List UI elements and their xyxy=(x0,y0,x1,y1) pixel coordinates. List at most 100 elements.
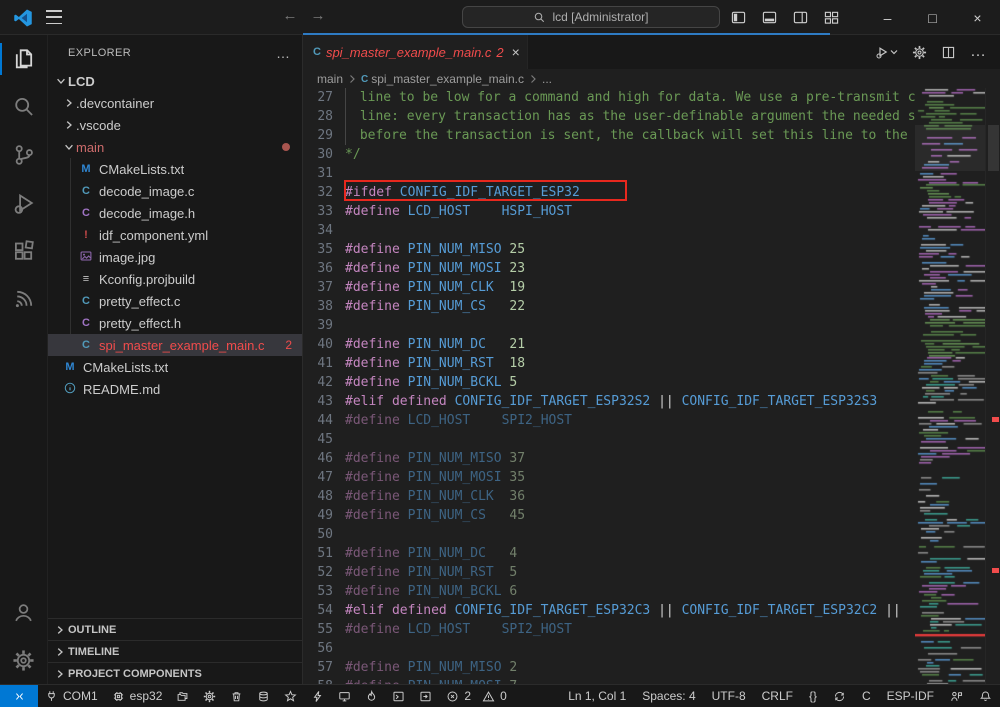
activity-run-debug-icon[interactable] xyxy=(0,179,48,227)
tree-item-label: .devcontainer xyxy=(76,96,154,111)
feedback-icon xyxy=(950,690,963,703)
line-number: 53 xyxy=(303,582,345,601)
status-full-clean[interactable] xyxy=(223,685,250,707)
status-openocd[interactable] xyxy=(277,685,304,707)
code-line-54: 54#elif defined CONFIG_IDF_TARGET_ESP32C… xyxy=(303,601,915,620)
breadcrumb-symbol[interactable]: ... xyxy=(542,72,552,86)
status-language-mode[interactable]: C xyxy=(854,685,879,707)
c-source-file-icon: C xyxy=(78,185,94,197)
minimize-button[interactable]: – xyxy=(865,0,910,35)
line-number: 41 xyxy=(303,354,345,373)
toggle-panel-icon[interactable] xyxy=(762,10,777,25)
line-text: line: every transaction has as the user-… xyxy=(345,107,915,126)
breadcrumb-file[interactable]: spi_master_example_main.c xyxy=(371,72,524,86)
section-timeline[interactable]: TIMELINE xyxy=(48,640,302,662)
status-problems[interactable]: 20 xyxy=(439,685,513,707)
run-or-debug-button[interactable] xyxy=(874,44,898,60)
line-number: 38 xyxy=(303,297,345,316)
tree-item-cmakelists-txt[interactable]: MCMakeLists.txt xyxy=(48,356,302,378)
menu-icon[interactable] xyxy=(46,10,62,24)
tree-item-idf-component-yml[interactable]: !idf_component.yml xyxy=(48,224,302,246)
explorer-more-actions-icon[interactable]: … xyxy=(276,45,290,61)
vertical-scrollbar[interactable] xyxy=(985,88,1000,684)
status-menuconfig[interactable] xyxy=(196,685,223,707)
toggle-sidebar-icon[interactable] xyxy=(731,10,746,25)
section-outline[interactable]: OUTLINE xyxy=(48,618,302,640)
status-erase-flash[interactable] xyxy=(250,685,277,707)
settings-gear-icon[interactable] xyxy=(912,45,927,60)
status-esp-idf[interactable]: ESP-IDF xyxy=(879,685,942,707)
split-editor-icon[interactable] xyxy=(941,45,956,60)
tree-item-decode-image-h[interactable]: Cdecode_image.h xyxy=(48,202,302,224)
more-actions-icon[interactable]: … xyxy=(970,43,986,61)
breadcrumb[interactable]: main C spi_master_example_main.c ... xyxy=(303,70,1000,88)
status-serial-port[interactable]: COM1 xyxy=(38,685,105,707)
line-text: line to be low for a command and high fo… xyxy=(345,88,915,107)
activity-extensions-icon[interactable] xyxy=(0,227,48,275)
maximize-button[interactable]: □ xyxy=(910,0,955,35)
status-build-flash-monitor[interactable] xyxy=(358,685,385,707)
nav-back-button[interactable]: ← xyxy=(278,7,302,24)
editor-code[interactable]: 27 line to be low for a command and high… xyxy=(303,88,915,684)
line-text: */ xyxy=(345,145,915,164)
status-device-target[interactable]: esp32 xyxy=(105,685,170,707)
tab-close-icon[interactable]: × xyxy=(512,44,520,60)
status-indentation[interactable]: Spaces: 4 xyxy=(634,685,703,707)
tree-item--vscode[interactable]: .vscode xyxy=(48,114,302,136)
line-text xyxy=(345,316,915,335)
line-text: #define PIN_NUM_MISO 25 xyxy=(345,240,915,259)
line-text: #define PIN_NUM_CLK 36 xyxy=(345,487,915,506)
tree-item-cmakelists-txt[interactable]: MCMakeLists.txt xyxy=(48,158,302,180)
nav-forward-button[interactable]: → xyxy=(306,7,330,24)
tree-item-pretty-effect-h[interactable]: Cpretty_effect.h xyxy=(48,312,302,334)
chevron-right-icon xyxy=(52,669,68,679)
status-custom-task[interactable] xyxy=(412,685,439,707)
code-line-40: 40#define PIN_NUM_DC 21 xyxy=(303,335,915,354)
activity-explorer-icon[interactable] xyxy=(0,35,48,83)
minimap[interactable] xyxy=(915,88,985,684)
status-terminal[interactable] xyxy=(385,685,412,707)
tree-item-kconfig-projbuild[interactable]: ≡Kconfig.projbuild xyxy=(48,268,302,290)
tab-spi-master-example-main[interactable]: C spi_master_example_main.c 2 × xyxy=(303,35,528,69)
breadcrumb-folder[interactable]: main xyxy=(317,72,343,86)
scrollbar-slider[interactable] xyxy=(988,125,999,171)
minimap-slider[interactable] xyxy=(915,125,985,171)
status-cursor-position[interactable]: Ln 1, Col 1 xyxy=(560,685,634,707)
activity-settings-icon[interactable] xyxy=(0,636,48,684)
activity-source-control-icon[interactable] xyxy=(0,131,48,179)
status-sync[interactable] xyxy=(825,685,854,707)
activity-espressif-icon[interactable] xyxy=(0,275,48,323)
status-bar: COM1esp32 20 Ln 1, Col 1Spaces: 4UTF-8CRL… xyxy=(0,684,1000,707)
tree-item-lcd[interactable]: LCD xyxy=(48,70,302,92)
tree-item-decode-image-c[interactable]: Cdecode_image.c xyxy=(48,180,302,202)
status-braces[interactable]: {} xyxy=(801,685,825,707)
toggle-secondary-sidebar-icon[interactable] xyxy=(793,10,808,25)
activity-account-icon[interactable] xyxy=(0,588,48,636)
tree-item-label: main xyxy=(76,140,104,155)
section-label: TIMELINE xyxy=(68,646,119,658)
line-number: 45 xyxy=(303,430,345,449)
status-eol[interactable]: CRLF xyxy=(754,685,801,707)
tree-item-spi-master-example-main-c[interactable]: Cspi_master_example_main.c2 xyxy=(48,334,302,356)
tree-item-readme-md[interactable]: README.md xyxy=(48,378,302,400)
sidebar-title: EXPLORER xyxy=(68,47,131,59)
database-icon xyxy=(257,690,270,703)
status-notifications[interactable] xyxy=(971,685,1000,707)
explorer-sidebar: EXPLORER … LCD .devcontainer .vscode main MC… xyxy=(48,35,303,684)
tree-item-pretty-effect-c[interactable]: Cpretty_effect.c xyxy=(48,290,302,312)
code-line-34: 34 xyxy=(303,221,915,240)
tree-item--devcontainer[interactable]: .devcontainer xyxy=(48,92,302,114)
status-monitor-device[interactable] xyxy=(331,685,358,707)
status-encoding[interactable]: UTF-8 xyxy=(704,685,754,707)
tree-item-image-jpg[interactable]: image.jpg xyxy=(48,246,302,268)
status-remote[interactable] xyxy=(0,685,38,707)
section-project-components[interactable]: PROJECT COMPONENTS xyxy=(48,662,302,684)
search-input[interactable]: lcd [Administrator] xyxy=(462,6,720,28)
status-flash-device[interactable] xyxy=(304,685,331,707)
status-feedback[interactable] xyxy=(942,685,971,707)
status-project-configuration[interactable] xyxy=(169,685,196,707)
close-button[interactable]: × xyxy=(955,0,1000,35)
tree-item-main[interactable]: main xyxy=(48,136,302,158)
activity-search-icon[interactable] xyxy=(0,83,48,131)
customize-layout-icon[interactable] xyxy=(824,10,839,25)
